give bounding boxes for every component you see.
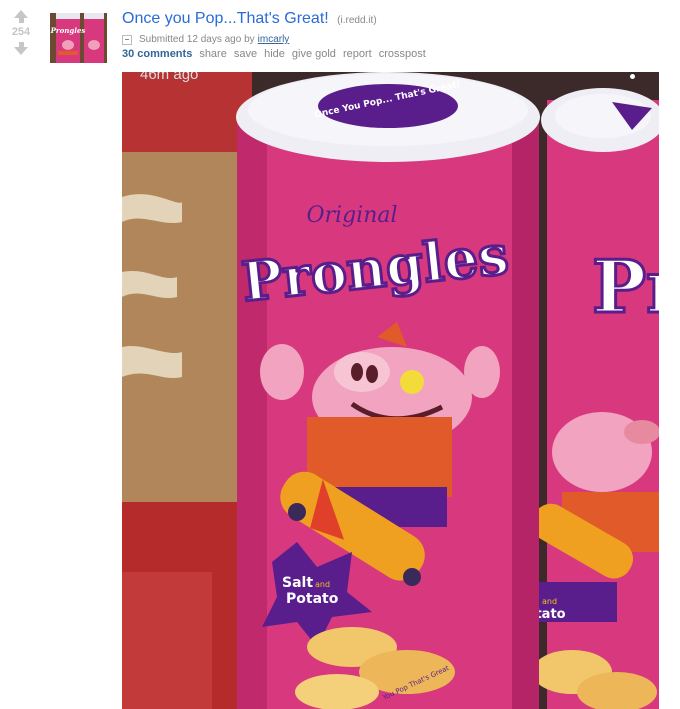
can-flavor-line2: Potato	[286, 591, 339, 607]
svg-text:Pr: Pr	[592, 244, 659, 329]
prongles-can-photo: Pr Salt and Potato Once You Pop... That'…	[122, 72, 659, 709]
post-tagline: Submitted 12 days ago by imcarly	[122, 34, 670, 45]
crosspost-button[interactable]: crosspost	[379, 48, 426, 60]
title-row: Once you Pop...That's Great! (i.redd.it)	[122, 9, 670, 31]
give-gold-button[interactable]: give gold	[292, 48, 336, 60]
post-entry: Once you Pop...That's Great! (i.redd.it)…	[122, 9, 670, 60]
downvote-arrow-icon[interactable]	[0, 42, 42, 55]
hide-button[interactable]: hide	[264, 48, 285, 60]
domain-text: i.redd.it	[340, 15, 374, 26]
expando-toggle-icon[interactable]	[122, 34, 132, 45]
can-original-text: Original	[306, 203, 397, 228]
report-button[interactable]: report	[343, 48, 372, 60]
post-thumbnail[interactable]: Prongles	[50, 13, 107, 63]
image-timestamp-overlay: 46m ago	[140, 72, 199, 83]
post-domain-link[interactable]: (i.redd.it)	[337, 15, 376, 26]
can-flavor-line1: Salt	[282, 575, 313, 591]
save-button[interactable]: save	[234, 48, 257, 60]
image-indicator-dot	[630, 74, 635, 79]
expanded-post-image[interactable]: Pr Salt and Potato Once You Pop... That'…	[122, 72, 659, 709]
score: 254	[11, 26, 31, 38]
author-link[interactable]: imcarly	[258, 34, 290, 45]
reddit-link-post: 254 Prongles Once you Pop...That's Great…	[0, 0, 680, 709]
vote-column: 254	[0, 10, 42, 55]
thumbnail-image: Prongles	[50, 13, 107, 63]
submitted-text: Submitted 12 days ago by	[139, 34, 255, 45]
upvote-arrow-icon[interactable]	[0, 10, 42, 23]
post-title-link[interactable]: Once you Pop...That's Great!	[122, 10, 329, 27]
post-buttons: 30 comments share save hide give gold report c…	[122, 48, 670, 60]
comments-link[interactable]: 30 comments	[122, 48, 192, 60]
share-button[interactable]: share	[199, 48, 227, 60]
right-can-flavor-and: and	[542, 597, 557, 606]
thumbnail-brand-text: Prongles	[50, 26, 85, 35]
can-flavor-and: and	[315, 580, 330, 589]
